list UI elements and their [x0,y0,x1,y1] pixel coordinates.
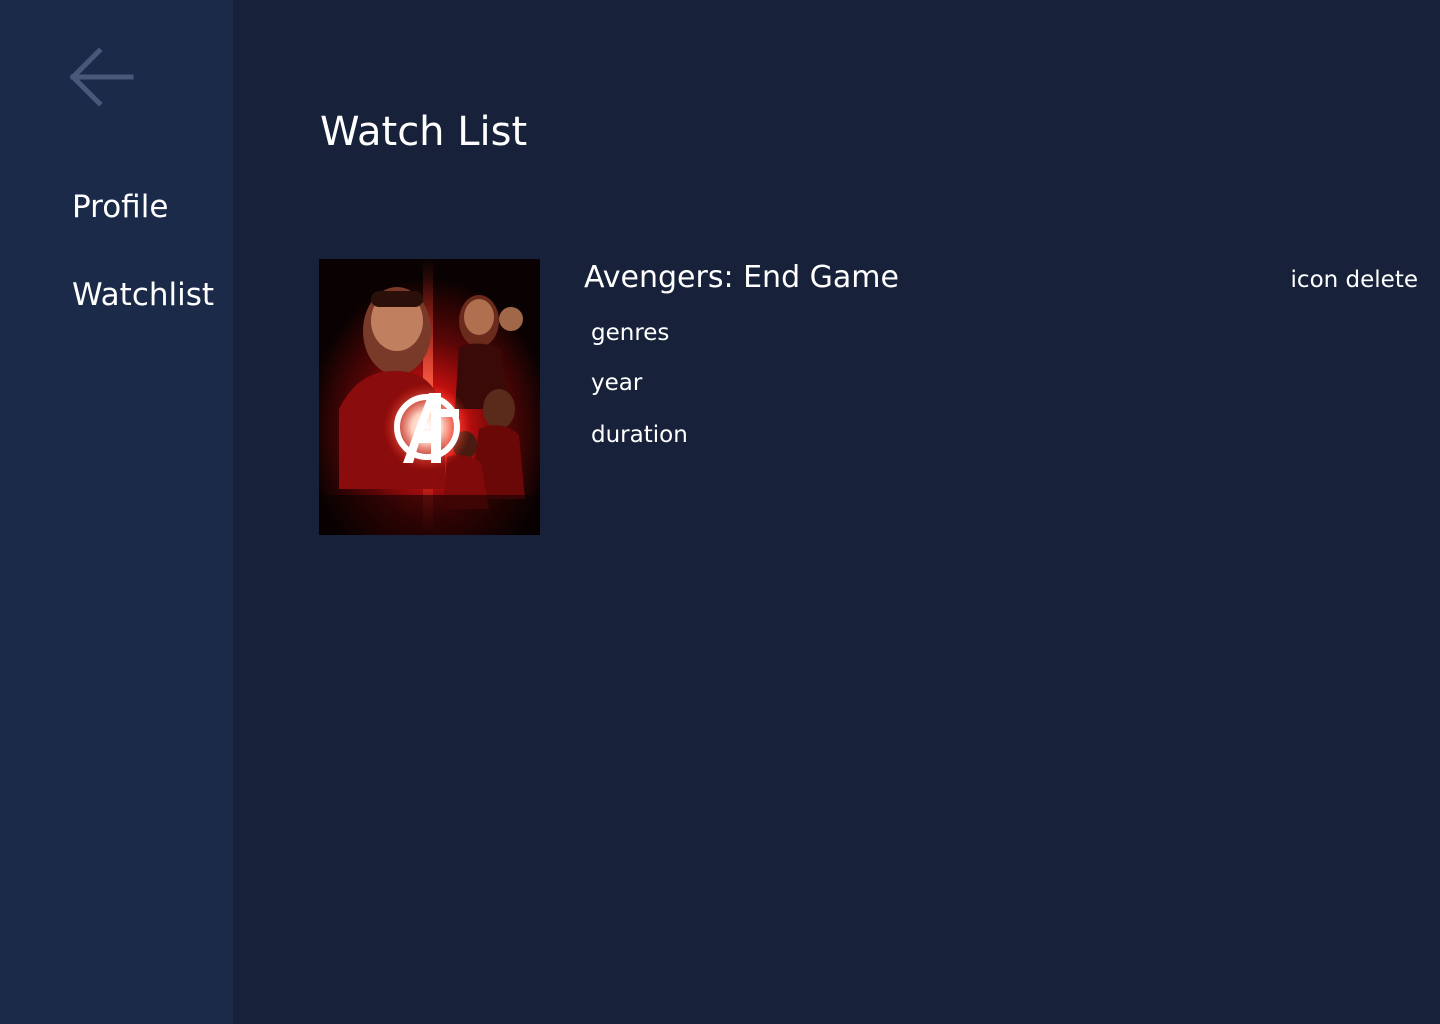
sidebar-item-profile[interactable]: Profile [72,187,168,227]
main-content: Watch List Avengers: End Game genres yea… [233,0,1440,1024]
sidebar-item-watchlist[interactable]: Watchlist [72,275,214,315]
delete-button[interactable]: icon delete [1291,265,1418,295]
movie-year: year [591,370,643,396]
sidebar: Profile Watchlist [0,0,233,1024]
app-window: Profile Watchlist Watch List Avengers: E… [0,0,1440,1024]
movie-duration: duration [591,422,688,448]
movie-title[interactable]: Avengers: End Game [584,259,899,297]
arrow-left-icon [69,47,134,107]
movie-genres: genres [591,320,670,346]
poster-image [319,259,540,535]
page-title: Watch List [320,109,528,155]
movie-poster[interactable] [319,259,540,535]
back-button[interactable] [68,44,134,110]
